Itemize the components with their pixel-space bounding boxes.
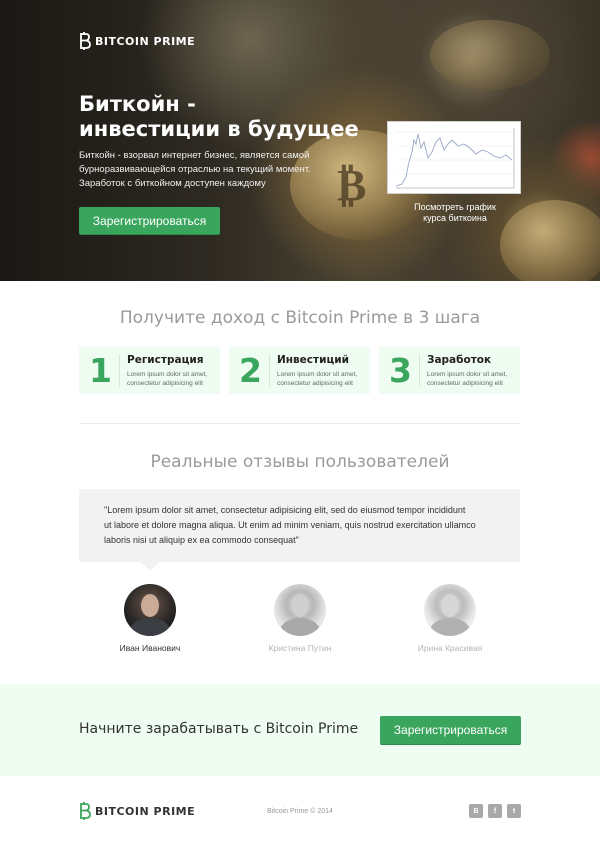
step-number: 1 — [89, 351, 112, 390]
review-quote-text: "Lorem ipsum dolor sit amet, consectetur… — [104, 503, 504, 548]
hero-title-line: Биткойн - — [79, 92, 196, 116]
coin-image — [500, 200, 600, 281]
avatar-shoulders — [430, 618, 470, 636]
step-text-line: Lorem ipsum dolor sit amet, — [127, 371, 208, 378]
step-number: 3 — [389, 351, 412, 390]
step-card-registration: 1 Регистрация Lorem ipsum dolor sit amet… — [79, 347, 220, 394]
avatar-face — [291, 594, 309, 617]
header-logo[interactable]: Bitcoin Prime — [79, 32, 195, 50]
step-text: Lorem ipsum dolor sit amet, consectetur … — [427, 370, 519, 388]
step-divider — [419, 354, 420, 387]
hero-description: Биткойн - взорвал интернет бизнес, являе… — [79, 149, 349, 191]
cta-text: Начните зарабатывать с Bitcoin Prime — [79, 721, 359, 737]
bitcoin-price-chart-thumbnail[interactable] — [387, 121, 521, 194]
chart-caption-line: Посмотреть график — [414, 202, 496, 212]
review-quote-line: ut labore et dolore magna aliqua. Ut eni… — [104, 520, 476, 530]
reviews-title: Реальные отзывы пользователей — [150, 452, 450, 472]
review-quote-box: "Lorem ipsum dolor sit amet, consectetur… — [79, 489, 520, 571]
step-text: Lorem ipsum dolor sit amet, consectetur … — [277, 370, 369, 388]
step-card-investment: 2 Инвестиций Lorem ipsum dolor sit amet,… — [229, 347, 370, 394]
step-text-line: Lorem ipsum dolor sit amet, — [277, 371, 358, 378]
cta-register-button[interactable]: Зарегистрироваться — [380, 716, 521, 744]
avatar-face — [141, 594, 159, 617]
logo-text: Bitcoin Prime — [95, 34, 196, 48]
step-number: 2 — [239, 351, 262, 390]
chart-caption-line: курса биткоина — [423, 213, 487, 223]
step-heading: Регистрация — [127, 354, 204, 366]
step-text-line: consectetur adipisicing elit — [427, 380, 503, 387]
vk-icon[interactable]: B — [469, 804, 483, 818]
reviewer-avatar-active[interactable] — [124, 584, 176, 636]
step-card-earnings: 3 Заработок Lorem ipsum dolor sit amet, … — [379, 347, 520, 394]
section-divider — [79, 423, 520, 424]
hero-title-line: инвестиции в будущее — [79, 117, 359, 141]
step-text-line: consectetur adipisicing elit — [127, 380, 203, 387]
hero-title: Биткойн - инвестиции в будущее — [79, 92, 389, 142]
avatar-shoulders — [280, 618, 320, 636]
cta-section: Начните зарабатывать с Bitcoin Prime Зар… — [0, 684, 600, 776]
review-quote-line: laboris nisi ut aliquip ex ea commodo co… — [104, 535, 299, 545]
bitcoin-b-icon — [80, 32, 91, 50]
step-text: Lorem ipsum dolor sit amet, consectetur … — [127, 370, 219, 388]
step-text-line: Lorem ipsum dolor sit amet, — [427, 371, 508, 378]
steps-title: Получите доход с Bitcoin Prime в 3 шага — [119, 308, 481, 328]
twitter-icon[interactable]: t — [507, 804, 521, 818]
avatar-face — [441, 594, 459, 617]
hero-description-line: Биткойн - взорвал интернет бизнес, являе… — [79, 150, 310, 161]
hero-register-button[interactable]: Зарегистрироваться — [79, 207, 220, 234]
avatar-shoulders — [130, 618, 170, 636]
price-chart-graphic — [395, 128, 515, 189]
step-heading: Инвестиций — [277, 354, 349, 366]
step-divider — [269, 354, 270, 387]
hero-description-line: бурноразвивающейся отраслью на текущий м… — [79, 164, 311, 175]
facebook-icon[interactable]: f — [488, 804, 502, 818]
coin-image — [430, 20, 550, 90]
step-text-line: consectetur adipisicing elit — [277, 380, 353, 387]
hero-section: ₿ Bitcoin Prime Биткойн - инвестиции в б… — [0, 0, 600, 281]
reviewer-name[interactable]: Кристина Путин — [225, 643, 375, 653]
reviewer-avatar[interactable] — [424, 584, 476, 636]
reviewer-avatar[interactable] — [274, 584, 326, 636]
reviewer-name[interactable]: Ирина Красивая — [375, 643, 525, 653]
hero-description-line: Заработок с биткойном доступен каждому — [79, 178, 266, 189]
step-heading: Заработок — [427, 354, 492, 366]
step-divider — [119, 354, 120, 387]
reviewer-name[interactable]: Иван Иванович — [75, 643, 225, 653]
chart-caption[interactable]: Посмотреть график курса биткоина — [395, 202, 515, 224]
review-quote-line: "Lorem ipsum dolor sit amet, consectetur… — [104, 505, 466, 515]
